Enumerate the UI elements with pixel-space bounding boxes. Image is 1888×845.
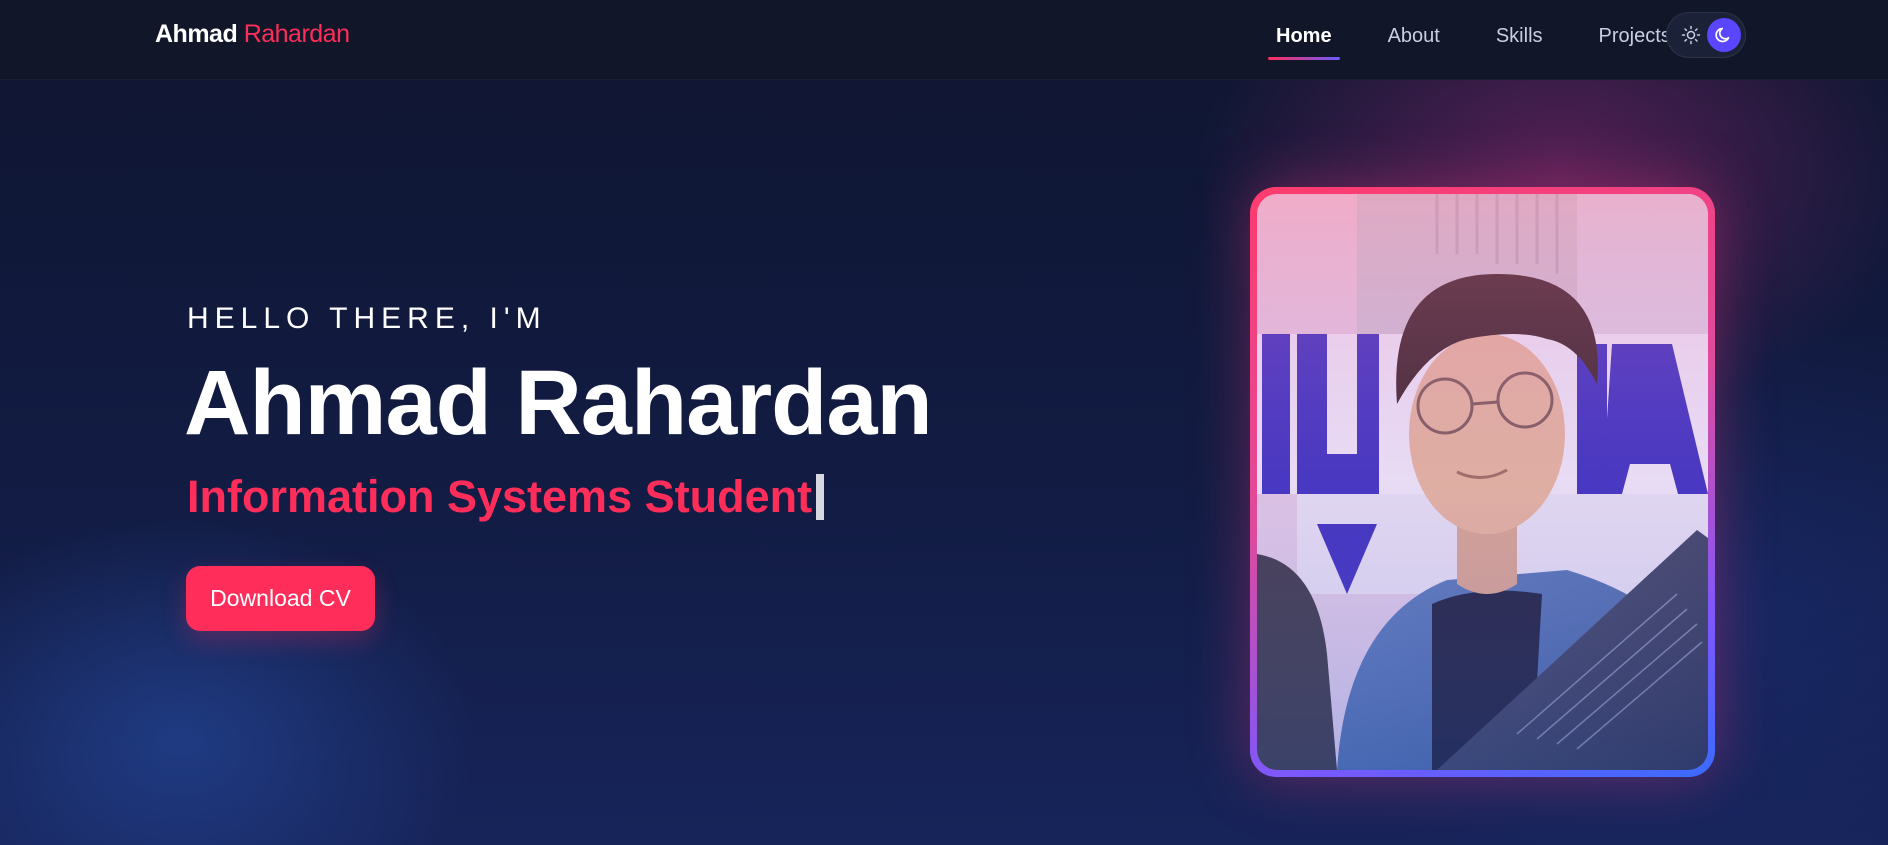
page: Ahmad Rahardan Home About Skills Project… <box>0 0 1888 845</box>
hero-role-line: Information Systems Student <box>187 471 825 523</box>
navbar: Ahmad Rahardan Home About Skills Project… <box>0 0 1888 80</box>
hero-greeting: HELLO THERE, I'M <box>187 302 547 335</box>
brand-first-name: Ahmad <box>155 20 238 48</box>
brand-last-name: Rahardan <box>243 20 350 48</box>
moon-icon[interactable] <box>1707 18 1741 52</box>
profile-photo <box>1257 194 1708 770</box>
download-cv-button[interactable]: Download CV <box>186 566 375 631</box>
nav-link-home[interactable]: Home <box>1268 15 1340 60</box>
sun-icon[interactable] <box>1680 24 1702 46</box>
hero-role: Information Systems Student <box>187 471 813 522</box>
nav-link-skills[interactable]: Skills <box>1488 15 1551 58</box>
theme-toggle[interactable] <box>1666 12 1746 58</box>
profile-photo-frame <box>1250 187 1715 777</box>
hero-name: Ahmad Rahardan <box>184 352 933 454</box>
nav-links: Home About Skills Projects <box>1268 0 1679 72</box>
typing-cursor <box>816 474 825 520</box>
nav-link-about[interactable]: About <box>1380 15 1448 58</box>
brand-logo[interactable]: Ahmad Rahardan <box>155 20 350 49</box>
